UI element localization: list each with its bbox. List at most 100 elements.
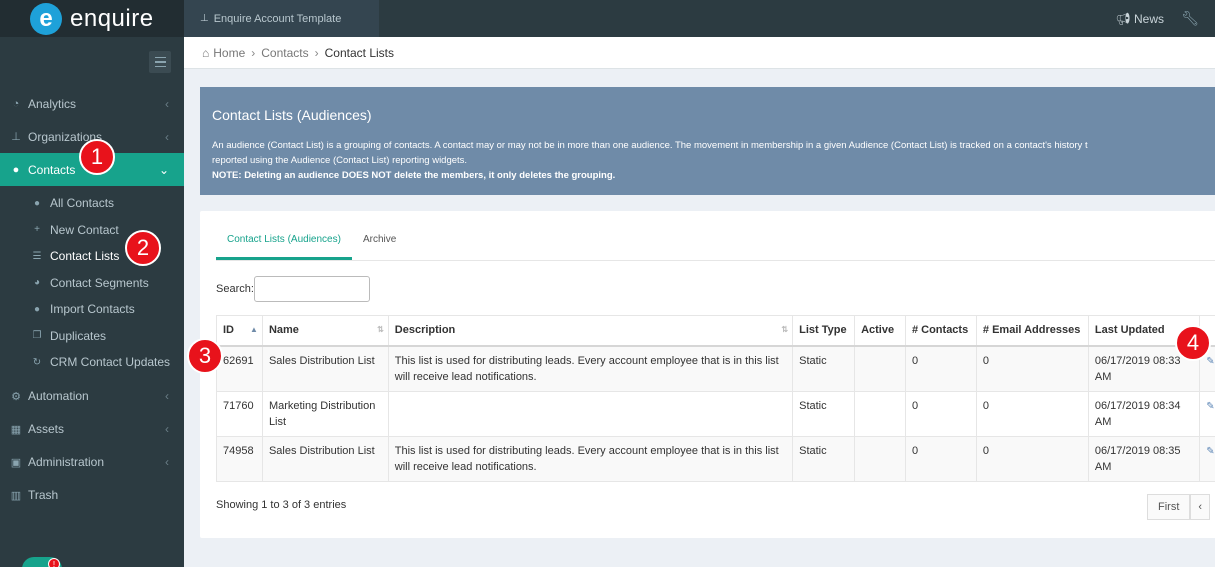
- header-label: Name: [268, 324, 299, 337]
- dashboard-icon: ◔: [12, 97, 20, 110]
- column-header-description[interactable]: Description ⇅: [387, 315, 794, 347]
- search-label: Search:: [216, 283, 254, 295]
- cell-id: 74958: [216, 435, 263, 482]
- edit-icon[interactable]: ✎: [1206, 446, 1214, 457]
- sidebar: e enquire ◔ Analytics ‹ ⊥ Organizations …: [0, 0, 184, 567]
- sidebar-item-administration[interactable]: ▣ Administration ‹: [0, 446, 184, 479]
- chevron-left-icon: ‹: [165, 389, 169, 403]
- search-input[interactable]: [253, 276, 370, 302]
- sidebar-item-assets[interactable]: ▦ Assets ‹: [0, 413, 184, 446]
- header-label: List Type: [799, 324, 847, 337]
- column-header-active[interactable]: Active: [854, 315, 906, 347]
- logo-icon: e: [30, 2, 62, 35]
- tab-contact-lists[interactable]: Contact Lists (Audiences): [216, 228, 352, 260]
- sidebar-item-analytics[interactable]: ◔ Analytics ‹: [0, 87, 184, 120]
- edit-icon[interactable]: ✎: [1206, 356, 1214, 367]
- breadcrumb-separator: ›: [251, 45, 256, 60]
- pie-icon: ◕: [33, 277, 41, 289]
- account-tab[interactable]: ⊥ Enquire Account Template: [184, 0, 379, 37]
- header-label: Last Updated: [1094, 324, 1165, 337]
- tab-archive[interactable]: Archive: [352, 228, 407, 260]
- contact-lists-card: Contact Lists (Audiences) Archive Search…: [200, 211, 1215, 538]
- table-info: Showing 1 to 3 of 3 entries: [216, 499, 347, 511]
- cell-email-addresses: 0: [975, 345, 1089, 392]
- table-row[interactable]: 62691 Sales Distribution List This list …: [216, 345, 1215, 392]
- table-row[interactable]: 71760 Marketing Distribution List Static…: [216, 390, 1215, 437]
- breadcrumb: ⌂ Home › Contacts › Contact Lists: [184, 37, 1215, 69]
- breadcrumb-contacts[interactable]: Contacts: [261, 46, 308, 60]
- header-label: # Contacts: [911, 324, 969, 337]
- annotation-badge-2: 2: [125, 230, 161, 266]
- edit-icon[interactable]: ✎: [1206, 401, 1214, 412]
- first-page-button[interactable]: First: [1147, 494, 1191, 520]
- cell-contacts: 0: [904, 390, 977, 437]
- submenu-label: Import Contacts: [50, 302, 135, 317]
- th-icon: ▦: [10, 423, 22, 436]
- header-label: ID: [223, 324, 234, 337]
- cell-last-updated: 06/17/2019 08:35 AM: [1087, 435, 1201, 482]
- cell-contacts: 0: [904, 345, 977, 392]
- cell-email-addresses: 0: [975, 435, 1089, 482]
- sort-icon: ⇅: [377, 325, 384, 334]
- chevron-left-icon: ‹: [165, 129, 169, 144]
- submenu-label: Duplicates: [50, 328, 107, 343]
- sidebar-item-automation[interactable]: ⚙ Automation ‹: [0, 380, 184, 413]
- cell-actions: ✎: [1199, 390, 1215, 437]
- submenu-all-contacts[interactable]: ● All Contacts: [0, 190, 184, 217]
- submenu-crm-contact-updates[interactable]: ↻ CRM Contact Updates: [0, 349, 184, 376]
- table-header-row: ID ▲ Name ⇅ Description ⇅ List Type Active …: [216, 315, 1215, 347]
- banner-note: NOTE: Deleting an audience DOES NOT dele…: [212, 170, 616, 181]
- column-header-id[interactable]: ID ▲: [216, 315, 263, 347]
- header-label: Active: [861, 324, 895, 337]
- column-header-email-addresses[interactable]: # Email Addresses: [975, 315, 1089, 347]
- annotation-badge-4: 4: [1175, 325, 1211, 361]
- cell-contacts: 0: [904, 435, 977, 482]
- sidebar-item-label: Assets: [28, 422, 65, 436]
- account-name: Enquire Account Template: [213, 12, 342, 25]
- submenu-duplicates[interactable]: ❐ Duplicates: [0, 323, 184, 350]
- previous-page-button[interactable]: ‹: [1190, 494, 1211, 520]
- logo[interactable]: e enquire: [0, 0, 184, 37]
- contacts-submenu: ● All Contacts + New Contact ☰ Contact L…: [0, 186, 184, 380]
- breadcrumb-home[interactable]: Home: [213, 46, 245, 60]
- cell-email-addresses: 0: [975, 390, 1089, 437]
- cell-active: [854, 435, 906, 482]
- cell-description: This list is used for distributing leads…: [387, 435, 794, 482]
- breadcrumb-separator: ›: [314, 45, 319, 60]
- home-icon: ⌂: [202, 45, 210, 60]
- users-icon: ●: [33, 197, 41, 209]
- cell-name[interactable]: Sales Distribution List: [261, 435, 389, 482]
- news-link[interactable]: 📢︎ News: [1115, 12, 1164, 26]
- notification-dot: !: [48, 558, 60, 567]
- wrench-icon[interactable]: 🔧︎: [1181, 10, 1199, 27]
- megaphone-icon: 📢︎: [1115, 12, 1131, 26]
- sort-icon: ⇅: [781, 325, 789, 334]
- sidebar-toggle-row: [0, 37, 184, 87]
- submenu-import-contacts[interactable]: ● Import Contacts: [0, 296, 184, 323]
- cell-active: [854, 345, 906, 392]
- submenu-contact-segments[interactable]: ◕ Contact Segments: [0, 270, 184, 297]
- sidebar-item-label: Contacts: [28, 162, 76, 177]
- cell-name[interactable]: Marketing Distribution List: [261, 390, 389, 437]
- submenu-label: New Contact: [50, 222, 119, 237]
- table-row[interactable]: 74958 Sales Distribution List This list …: [216, 435, 1215, 482]
- submenu-label: CRM Contact Updates: [50, 355, 171, 370]
- annotation-badge-3: 3: [187, 338, 223, 374]
- chevron-left-icon: ‹: [165, 422, 169, 436]
- cell-last-updated: 06/17/2019 08:34 AM: [1087, 390, 1201, 437]
- cell-description: This list is used for distributing leads…: [387, 345, 794, 392]
- sidebar-item-trash[interactable]: ▥ Trash: [0, 479, 184, 512]
- submenu-label: All Contacts: [50, 196, 115, 211]
- cell-name[interactable]: Sales Distribution List: [261, 345, 389, 392]
- column-header-name[interactable]: Name ⇅: [261, 315, 389, 347]
- header-label: Description: [394, 324, 456, 337]
- cell-id: 71760: [216, 390, 263, 437]
- search-row: Search:: [216, 276, 370, 302]
- cell-description: [387, 390, 794, 437]
- column-header-list-type[interactable]: List Type: [792, 315, 856, 347]
- cogs-icon: ⚙: [11, 390, 21, 403]
- column-header-contacts[interactable]: # Contacts: [904, 315, 977, 347]
- hamburger-icon[interactable]: [149, 51, 171, 73]
- sort-asc-icon: ▲: [250, 325, 258, 334]
- header-label: # Email Addresses: [982, 324, 1081, 337]
